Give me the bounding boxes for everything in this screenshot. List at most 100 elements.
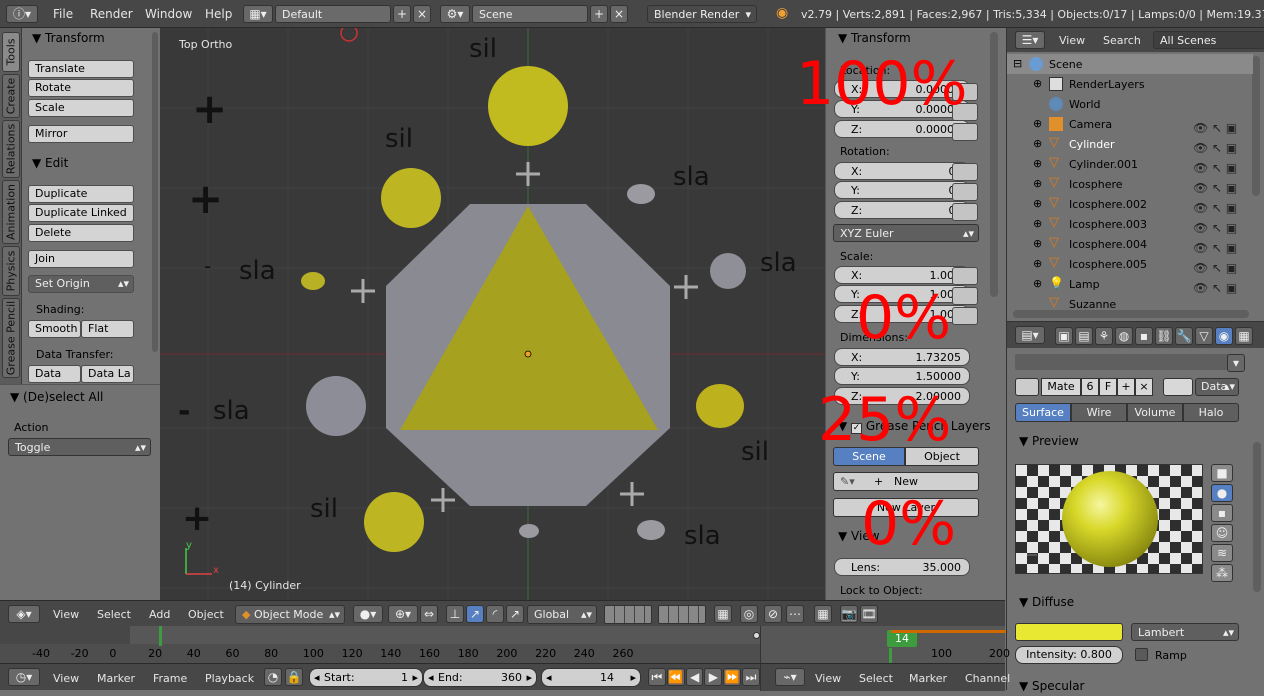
visibility-eye-icon[interactable]: 👁 ↖ ▣ [1193, 158, 1247, 178]
texture-tab-icon[interactable]: ▦ [1235, 327, 1253, 345]
visibility-eye-icon[interactable]: 👁 ↖ ▣ [1193, 278, 1247, 298]
unlink-material-icon[interactable]: × [1135, 378, 1153, 396]
preview-resize-handle[interactable] [1027, 554, 1037, 557]
surface-tab[interactable]: Surface [1015, 403, 1071, 422]
edit-panel-header[interactable]: ▼ Edit [32, 153, 68, 173]
timeline-playback-menu[interactable]: Playback [205, 672, 254, 685]
duplicate-linked-button[interactable]: Duplicate Linked [28, 204, 134, 222]
material-name-field[interactable]: Mate [1041, 378, 1081, 396]
preview-type-buttons[interactable]: ■ ● ▪ ☺ ≋ ⁂ [1211, 464, 1235, 584]
layer-buttons-2[interactable] [658, 605, 706, 624]
menu-help[interactable]: Help [205, 7, 232, 21]
dimensions-y-field[interactable]: Y: 1.50000 [834, 367, 970, 385]
current-frame-field[interactable]: ◂ 14 ▸ [541, 668, 641, 687]
properties-context-tabs[interactable]: ▣ ▤ ⚘ ◍ ▪ ⛓ 🔧 ▽ ◉ ▦ [1055, 327, 1264, 345]
rotation-z-field[interactable]: Z:0° [834, 201, 970, 219]
modifiers-tab-icon[interactable]: 🔧 [1175, 327, 1193, 345]
restrict-columns[interactable]: 👁 ↖ ▣ 👁 ↖ ▣ 👁 ↖ ▣ 👁 ↖ ▣ 👁 ↖ ▣ 👁 ↖ ▣ 👁 ↖ … [1193, 118, 1247, 295]
lock-icon[interactable] [952, 287, 978, 305]
dopesheet-editor-icon[interactable]: ⌁▾ [775, 668, 805, 686]
snap-element-icon[interactable]: ⋯ [786, 605, 804, 623]
tab-animation[interactable]: Animation [2, 180, 20, 244]
set-origin-dropdown[interactable]: Set Origin ▴▾ [28, 275, 134, 293]
start-increment-icon[interactable]: ▸ [412, 671, 418, 684]
tab-tools[interactable]: Tools [2, 32, 20, 72]
lock-icon[interactable] [952, 123, 978, 141]
preview-panel-header[interactable]: ▼ Preview [1019, 431, 1079, 451]
constraints-tab-icon[interactable]: ⛓ [1155, 327, 1173, 345]
translate-button[interactable]: Translate [28, 60, 134, 78]
transform-manipulator-icon[interactable]: ⊥ [446, 605, 464, 623]
timeline-editor-icon[interactable]: ◷▾ [8, 668, 40, 686]
n-panel-scrollbar[interactable] [990, 32, 998, 297]
dopesheet-marker-menu[interactable]: Marker [909, 672, 947, 685]
outliner-row-scene[interactable]: ⊟ Scene [1007, 54, 1253, 74]
end-frame-field[interactable]: ◂ End: 360 ▸ [423, 668, 537, 687]
rotate-button[interactable]: Rotate [28, 79, 134, 97]
layer-buttons-1[interactable] [604, 605, 652, 624]
menu-window[interactable]: Window [145, 7, 192, 21]
lock-icon[interactable] [952, 267, 978, 285]
preview-spheres-icon[interactable]: ⁂ [1211, 564, 1233, 582]
outliner-view-menu[interactable]: View [1059, 34, 1085, 47]
timeline-view-menu[interactable]: View [53, 672, 79, 685]
render-animation-icon[interactable]: 🎞 [860, 605, 878, 623]
screen-layout-field[interactable]: Default [275, 5, 391, 23]
object-tab-icon[interactable]: ▪ [1135, 327, 1153, 345]
properties-scrollbar[interactable] [1253, 442, 1261, 592]
preview-plane-icon[interactable]: ■ [1211, 464, 1233, 482]
menu-render[interactable]: Render [90, 7, 133, 21]
preview-monkey-icon[interactable]: ☺ [1211, 524, 1233, 542]
frame-decrement-icon[interactable]: ◂ [546, 671, 552, 684]
play-icon[interactable]: ▶ [704, 668, 723, 686]
preview-sphere-icon[interactable]: ● [1211, 484, 1233, 502]
rotate-manipulator-icon[interactable]: ◜ [486, 605, 504, 623]
scale-manipulator-icon[interactable]: ↗ [506, 605, 524, 623]
start-frame-field[interactable]: ◂ Start: 1 ▸ [309, 668, 423, 687]
new-material-icon[interactable]: + [1117, 378, 1135, 396]
remove-layout-icon[interactable]: × [413, 5, 431, 23]
lens-field[interactable]: Lens: 35.000 [834, 558, 970, 576]
timeline-marker-menu[interactable]: Marker [97, 672, 135, 685]
diffuse-shader-dropdown[interactable]: Lambert ▴▾ [1131, 623, 1239, 641]
data-button[interactable]: Data [28, 365, 81, 383]
outliner-h-scrollbar[interactable] [1013, 310, 1249, 318]
interaction-mode-dropdown[interactable]: ◆ Object Mode ▴▾ [235, 605, 345, 624]
end-increment-icon[interactable]: ▸ [526, 671, 532, 684]
info-editor-icon[interactable]: ⓘ▾ [6, 5, 38, 23]
menu-file[interactable]: File [53, 7, 73, 21]
preview-range-icon[interactable]: ◔ [264, 668, 282, 686]
visibility-eye-icon[interactable]: 👁 ↖ ▣ [1193, 258, 1247, 278]
viewport-select-menu[interactable]: Select [97, 608, 131, 621]
visibility-eye-icon[interactable]: 👁 ↖ ▣ [1193, 198, 1247, 218]
screen-layout-icon[interactable]: ▦▾ [243, 5, 273, 23]
volume-tab[interactable]: Volume [1127, 403, 1183, 422]
data-layout-button[interactable]: Data La [81, 365, 134, 383]
material-browse-icon[interactable] [1015, 378, 1039, 396]
visibility-eye-icon[interactable]: 👁 ↖ ▣ [1193, 218, 1247, 238]
frame-increment-icon[interactable]: ▸ [630, 671, 636, 684]
material-tab-icon[interactable]: ◉ [1215, 327, 1233, 345]
tab-grease-pencil[interactable]: Grease Pencil [2, 298, 20, 378]
shading-mode-icon[interactable]: ●▾ [353, 605, 383, 623]
translate-manipulator-icon[interactable]: ↗ [466, 605, 484, 623]
add-scene-icon[interactable]: + [590, 5, 608, 23]
rotation-y-field[interactable]: Y:0° [834, 181, 970, 199]
viewport-view-menu[interactable]: View [53, 608, 79, 621]
proportional-edit-icon[interactable]: ◎ [740, 605, 758, 623]
start-decrement-icon[interactable]: ◂ [314, 671, 320, 684]
rotation-mode-dropdown[interactable]: XYZ Euler ▴▾ [833, 224, 979, 242]
lock-icon[interactable] [952, 203, 978, 221]
visibility-eye-icon[interactable]: 👁 ↖ ▣ [1193, 238, 1247, 258]
outliner-filter-dropdown[interactable]: All Scenes [1153, 31, 1264, 49]
scene-tab-icon[interactable]: ⚘ [1095, 327, 1113, 345]
lock-icon[interactable] [952, 183, 978, 201]
diffuse-panel-header[interactable]: ▼ Diffuse [1019, 592, 1074, 612]
material-link-dropdown[interactable]: Data ▴▾ [1195, 378, 1239, 396]
scale-button[interactable]: Scale [28, 99, 134, 117]
scene-icon[interactable]: ⚙▾ [440, 5, 470, 23]
slot-specials-icon[interactable]: ▾ [1227, 354, 1245, 372]
remove-scene-icon[interactable]: × [610, 5, 628, 23]
outliner-row-renderlayers[interactable]: ⊕ RenderLayers [1007, 74, 1253, 94]
scene-field[interactable]: Scene [472, 5, 588, 23]
